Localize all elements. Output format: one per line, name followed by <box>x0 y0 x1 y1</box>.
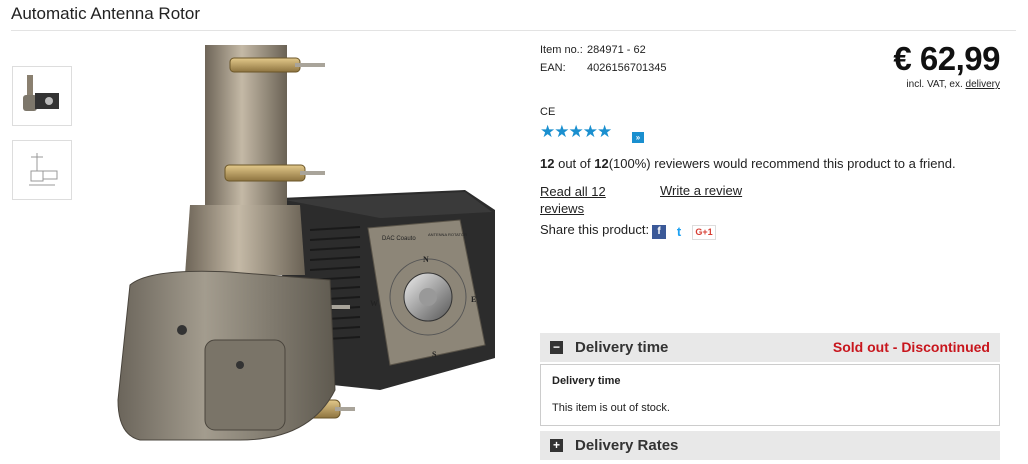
ean-row: EAN: 4026156701345 <box>540 62 667 74</box>
read-all-reviews-link[interactable]: Read all 12 reviews <box>540 183 620 217</box>
compass-s: S <box>432 350 437 359</box>
recommend-out-of: out of <box>558 156 591 171</box>
delivery-rates-label: Delivery Rates <box>575 437 679 454</box>
recommend-percent: (100%) <box>608 156 651 171</box>
delivery-time-label: Delivery time <box>575 339 669 356</box>
delivery-time-toggle[interactable]: − Delivery time Sold out - Discontinued <box>540 333 1000 362</box>
twitter-icon[interactable]: t <box>672 225 686 239</box>
recommend-text: reviewers would recommend this product t… <box>654 156 956 171</box>
compass-e: E <box>471 295 476 304</box>
delivery-panel-text: This item is out of stock. <box>552 402 670 414</box>
google-plus-icon[interactable]: G+1 <box>692 225 716 240</box>
rating-stars: ★★★★★ <box>540 122 612 141</box>
share-label: Share this product: <box>540 222 650 237</box>
item-number: 284971 - 62 <box>587 44 646 56</box>
product-image: DAC Coauto ANTENNA ROTATOR N E S W <box>117 45 495 441</box>
recommend-count: 12 <box>540 156 555 171</box>
write-review-link[interactable]: Write a review <box>660 183 742 198</box>
more-ratings-icon[interactable]: » <box>632 132 644 143</box>
compass-n: N <box>423 255 429 264</box>
rotor-thumbnail-icon <box>23 75 59 111</box>
recommend-summary: 12 out of 12(100%) reviewers would recom… <box>540 156 956 171</box>
stock-status: Sold out - Discontinued <box>832 339 990 355</box>
page-title: Automatic Antenna Rotor <box>11 4 201 23</box>
item-number-label: Item no.: <box>540 44 583 56</box>
recommend-total: 12 <box>594 156 609 171</box>
expand-icon: + <box>550 439 563 452</box>
ean-label: EAN: <box>540 62 566 74</box>
vat-text: incl. VAT, ex. <box>906 79 963 90</box>
panel-brand: DAC Coauto <box>382 236 416 242</box>
rotor-drawing-icon <box>29 153 58 186</box>
ean-value: 4026156701345 <box>587 62 667 74</box>
panel-label: ANTENNA ROTATOR <box>428 232 467 237</box>
item-number-row: Item no.: 284971 - 62 <box>540 44 646 56</box>
compass-w: W <box>370 299 378 308</box>
ce-mark: CE <box>540 106 556 118</box>
collapse-icon: − <box>550 341 563 354</box>
delivery-link[interactable]: delivery <box>966 79 1000 90</box>
vat-note: incl. VAT, ex. delivery <box>906 79 1000 90</box>
delivery-rates-toggle[interactable]: + Delivery Rates <box>540 431 1000 460</box>
price: € 62,99 <box>893 40 1000 77</box>
delivery-time-panel: Delivery time This item is out of stock. <box>540 364 1000 426</box>
thumbnail-drawing[interactable] <box>12 140 72 200</box>
facebook-icon[interactable]: f <box>652 225 666 239</box>
thumbnail-photo[interactable] <box>12 66 72 126</box>
title-divider <box>11 30 1016 31</box>
delivery-panel-heading: Delivery time <box>552 375 621 387</box>
